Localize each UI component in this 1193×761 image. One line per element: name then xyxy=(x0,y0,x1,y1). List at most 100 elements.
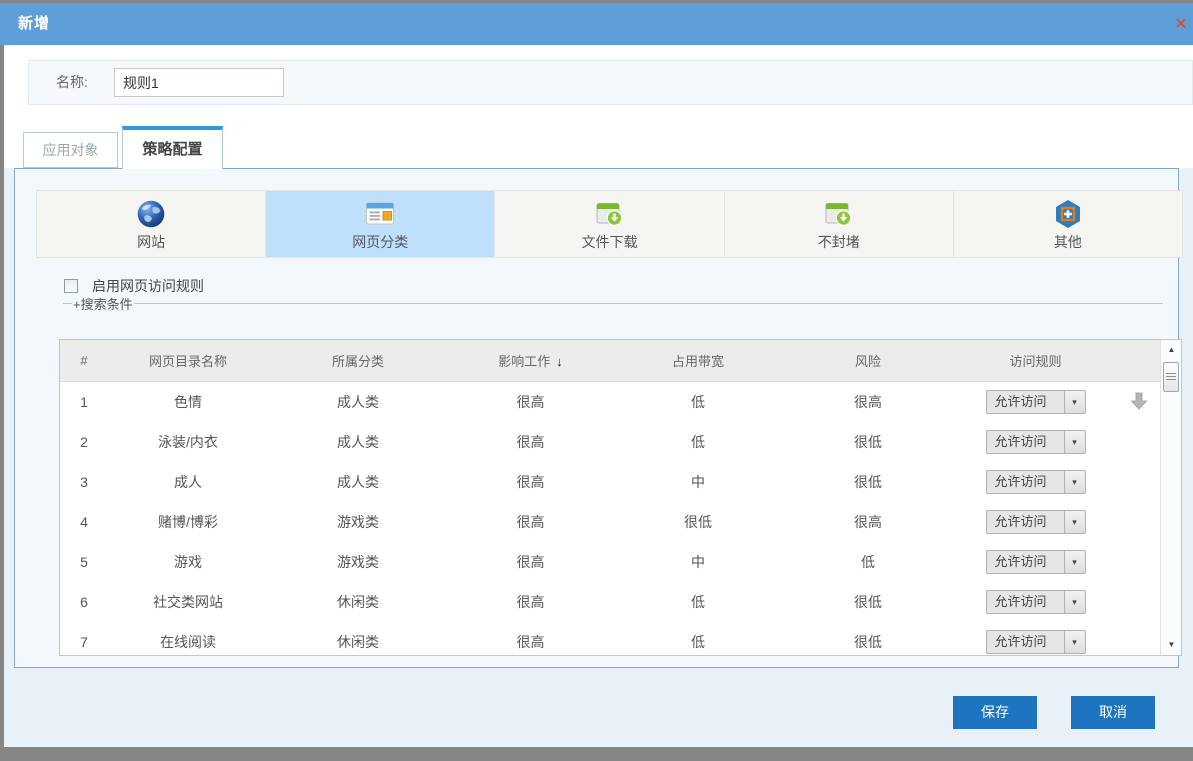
dialog-titlebar: 新增 ✕ xyxy=(0,3,1193,45)
cell-work-impact: 很高 xyxy=(448,592,613,612)
cell-risk: 低 xyxy=(783,552,953,572)
dropdown-arrow-icon[interactable]: ▾ xyxy=(1064,551,1085,573)
toolbar-item-label: 网站 xyxy=(137,232,165,252)
toolbar-item-website[interactable]: 网站 xyxy=(37,191,265,257)
toolbar-item-no-block[interactable]: 不封堵 xyxy=(724,191,953,257)
cell-work-impact: 很高 xyxy=(448,512,613,532)
cell-risk: 很低 xyxy=(783,592,953,612)
access-rule-dropdown[interactable]: 允许访问▾ xyxy=(986,590,1086,614)
cell-category: 成人类 xyxy=(268,432,448,452)
search-conditions-divider: +搜索条件 xyxy=(63,303,1163,304)
cell-name: 游戏 xyxy=(108,552,268,572)
access-rule-dropdown[interactable]: 允许访问▾ xyxy=(986,470,1086,494)
globe-icon xyxy=(136,198,166,230)
cell-work-impact: 很高 xyxy=(448,392,613,412)
category-rules-table: # 网页目录名称 所属分类 影响工作↓ 占用带宽 风险 访问规则 1 色情 成人… xyxy=(59,339,1182,656)
table-row: 2 泳装/内衣 成人类 很高 低 很低 允许访问▾ xyxy=(60,422,1160,462)
scrollbar-up-icon[interactable]: ▲ xyxy=(1161,340,1182,360)
column-header-bandwidth[interactable]: 占用带宽 xyxy=(613,351,783,370)
toolbar-item-file-download[interactable]: 文件下载 xyxy=(494,191,723,257)
column-header-category[interactable]: 所属分类 xyxy=(268,351,448,370)
cell-index: 4 xyxy=(60,514,108,530)
dropdown-arrow-icon[interactable]: ▾ xyxy=(1064,391,1085,413)
cell-index: 3 xyxy=(60,474,108,490)
access-rule-dropdown[interactable]: 允许访问▾ xyxy=(986,510,1086,534)
column-header-access-rule[interactable]: 访问规则 xyxy=(953,351,1118,370)
toolbar-item-other[interactable]: 其他 xyxy=(953,191,1182,257)
access-rule-dropdown[interactable]: 允许访问▾ xyxy=(986,390,1086,414)
scrollbar-thumb[interactable] xyxy=(1163,362,1179,392)
dropdown-arrow-icon[interactable]: ▾ xyxy=(1064,511,1085,533)
cell-bandwidth: 低 xyxy=(613,432,783,452)
enable-rule-label: 启用网页访问规则 xyxy=(92,276,204,296)
name-label: 名称: xyxy=(56,61,88,104)
column-header-name[interactable]: 网页目录名称 xyxy=(108,351,268,370)
cell-name: 成人 xyxy=(108,472,268,492)
cell-risk: 很低 xyxy=(783,632,953,652)
dialog-bottom-edge xyxy=(0,747,1193,761)
table-row: 1 色情 成人类 很高 低 很高 允许访问▾ xyxy=(60,382,1160,422)
toolbar-item-label: 其他 xyxy=(1054,232,1082,252)
column-header-risk[interactable]: 风险 xyxy=(783,351,953,370)
sort-desc-icon: ↓ xyxy=(556,354,563,369)
dropdown-arrow-icon[interactable]: ▾ xyxy=(1064,591,1085,613)
cell-category: 成人类 xyxy=(268,392,448,412)
save-button[interactable]: 保存 xyxy=(953,696,1037,729)
cell-name: 赌博/博彩 xyxy=(108,512,268,532)
name-field-panel: 名称: xyxy=(28,60,1193,105)
cell-name: 在线阅读 xyxy=(108,632,268,652)
dropdown-arrow-icon[interactable]: ▾ xyxy=(1064,471,1085,493)
table-row: 4 赌博/博彩 游戏类 很高 很低 很高 允许访问▾ xyxy=(60,502,1160,542)
tab-policy-config[interactable]: 策略配置 xyxy=(122,126,223,169)
dialog-title: 新增 xyxy=(18,3,50,45)
access-rule-dropdown[interactable]: 允许访问▾ xyxy=(986,630,1086,654)
webpage-category-icon xyxy=(365,198,395,230)
column-header-work-impact[interactable]: 影响工作↓ xyxy=(448,351,613,370)
cell-index: 1 xyxy=(60,394,108,410)
column-header-index[interactable]: # xyxy=(60,353,108,368)
tab-apply-object[interactable]: 应用对象 xyxy=(23,132,118,168)
file-download-icon xyxy=(595,198,625,230)
cell-index: 2 xyxy=(60,434,108,450)
dropdown-arrow-icon[interactable]: ▾ xyxy=(1064,631,1085,653)
scrollbar-down-icon[interactable]: ▼ xyxy=(1161,635,1182,655)
cancel-button[interactable]: 取消 xyxy=(1071,696,1155,729)
cell-risk: 很高 xyxy=(783,512,953,532)
access-rule-dropdown[interactable]: 允许访问▾ xyxy=(986,430,1086,454)
dialog-left-edge xyxy=(0,45,4,747)
cell-work-impact: 很高 xyxy=(448,552,613,572)
cell-work-impact: 很高 xyxy=(448,432,613,452)
cell-bandwidth: 中 xyxy=(613,472,783,492)
rule-name-input[interactable] xyxy=(114,68,284,97)
cell-risk: 很低 xyxy=(783,472,953,492)
cell-name: 泳装/内衣 xyxy=(108,432,268,452)
cell-work-impact: 很高 xyxy=(448,632,613,652)
other-hexagon-icon xyxy=(1054,198,1082,230)
enable-rule-row: 启用网页访问规则 xyxy=(64,276,204,296)
cell-index: 6 xyxy=(60,594,108,610)
cell-work-impact: 很高 xyxy=(448,472,613,492)
scroll-down-indicator-icon xyxy=(1129,391,1149,414)
toolbar-item-label: 文件下载 xyxy=(582,232,638,252)
cell-risk: 很低 xyxy=(783,432,953,452)
table-row: 3 成人 成人类 很高 中 很低 允许访问▾ xyxy=(60,462,1160,502)
policy-config-panel: 网站 网页分类 xyxy=(14,168,1179,668)
cell-category: 游戏类 xyxy=(268,512,448,532)
enable-web-access-rule-checkbox[interactable] xyxy=(64,279,78,293)
cell-bandwidth: 中 xyxy=(613,552,783,572)
table-row: 7 在线阅读 休闲类 很高 低 很低 允许访问▾ xyxy=(60,622,1160,656)
table-scrollbar[interactable]: ▲ ▼ xyxy=(1160,340,1181,655)
search-conditions-legend[interactable]: +搜索条件 xyxy=(72,294,134,313)
table-row: 5 游戏 游戏类 很高 中 低 允许访问▾ xyxy=(60,542,1160,582)
access-rule-value: 允许访问 xyxy=(987,511,1064,533)
access-rule-dropdown[interactable]: 允许访问▾ xyxy=(986,550,1086,574)
cell-name: 社交类网站 xyxy=(108,592,268,612)
table-header-row: # 网页目录名称 所属分类 影响工作↓ 占用带宽 风险 访问规则 xyxy=(60,340,1160,382)
dropdown-arrow-icon[interactable]: ▾ xyxy=(1064,431,1085,453)
toolbar-item-label: 不封堵 xyxy=(818,232,860,252)
scrollbar-grip xyxy=(1166,373,1176,381)
close-icon[interactable]: ✕ xyxy=(1171,15,1191,35)
cell-category: 游戏类 xyxy=(268,552,448,572)
cell-name: 色情 xyxy=(108,392,268,412)
toolbar-item-webpage-category[interactable]: 网页分类 xyxy=(265,191,494,257)
